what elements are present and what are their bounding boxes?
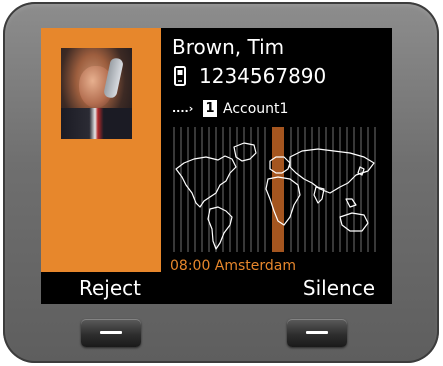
right-softkey-button[interactable] bbox=[287, 319, 347, 347]
contact-name: Brown, Tim bbox=[172, 35, 285, 59]
mobile-phone-icon bbox=[174, 66, 186, 86]
phone-display: Brown, Tim 1234567890 ....› 1 Account1 0… bbox=[41, 28, 392, 304]
current-timezone-band bbox=[272, 127, 284, 252]
photo-suit bbox=[61, 108, 132, 139]
photo-handset bbox=[102, 57, 125, 99]
silence-softkey-label[interactable]: Silence bbox=[303, 275, 375, 301]
caller-photo bbox=[61, 48, 132, 139]
account-number-badge: 1 bbox=[203, 100, 217, 117]
left-softkey-dash bbox=[100, 331, 122, 334]
account-name: Account1 bbox=[223, 101, 289, 117]
phone-number: 1234567890 bbox=[199, 64, 327, 88]
right-softkey-dash bbox=[306, 331, 328, 334]
world-time-map bbox=[173, 127, 376, 252]
left-softkey-button[interactable] bbox=[81, 319, 141, 347]
incoming-arrow-icon: ....› bbox=[172, 102, 194, 115]
reject-softkey-label[interactable]: Reject bbox=[79, 275, 141, 301]
caller-panel bbox=[41, 28, 161, 272]
softkey-bar: Reject Silence bbox=[41, 272, 392, 304]
